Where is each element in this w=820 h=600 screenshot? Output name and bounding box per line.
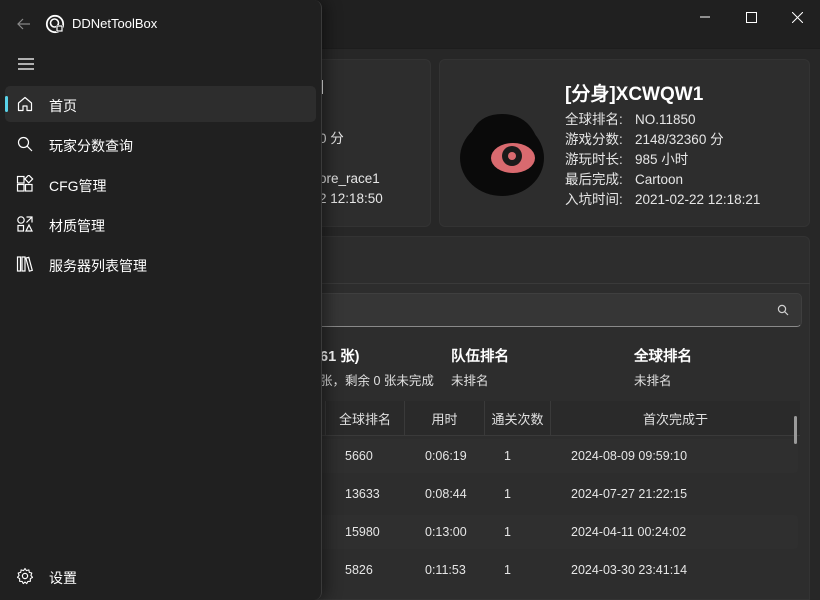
col-header-first-finish[interactable]: 首次完成于	[551, 401, 800, 435]
nav-item-home[interactable]: 首页	[5, 86, 316, 122]
tee-avatar-icon	[460, 114, 544, 196]
team-rank-title: 队伍排名	[451, 349, 509, 365]
rank-value: NO.11850	[635, 112, 696, 127]
join-value: 2021-02-22 12:18:21	[635, 192, 761, 207]
player-join-time: 2 12:18:50	[319, 191, 383, 206]
app-title: DDNetToolBox	[72, 16, 158, 31]
nav-item-label: 首页	[49, 98, 77, 114]
dummy-score-row: 游戏分数: 2148/32360 分	[565, 130, 724, 150]
col-header-global-rank[interactable]: 全球排名	[325, 401, 405, 435]
menu-toggle-button[interactable]	[12, 52, 40, 76]
search-icon	[777, 304, 789, 316]
playtime-key: 游玩时长:	[565, 152, 623, 167]
nav-item-label: 玩家分数查询	[49, 138, 133, 154]
maximize-icon	[745, 11, 757, 23]
playtime-value: 985 小时	[635, 152, 689, 167]
maps-count-sub: 张，剩余 0 张未完成	[320, 374, 434, 388]
cell-time: 0:11:53	[425, 563, 466, 577]
dummy-playtime-row: 游玩时长: 985 小时	[565, 150, 688, 170]
minimize-icon	[700, 16, 710, 18]
player-last-finish: ore_race1	[319, 171, 380, 186]
cell-time: 0:06:19	[425, 449, 467, 463]
nav-item-label: 服务器列表管理	[49, 258, 147, 274]
close-button[interactable]	[774, 0, 820, 34]
dummy-rank-row: 全球排名: NO.11850	[565, 110, 696, 130]
last-key: 最后完成:	[565, 172, 623, 187]
home-icon	[17, 96, 33, 112]
dummy-card: [分身]XCWQW1 全球排名: NO.11850 游戏分数: 2148/32360…	[439, 59, 810, 227]
cell-finishes: 1	[504, 563, 511, 577]
player-score: 0 分	[319, 131, 344, 146]
back-button[interactable]	[10, 10, 38, 38]
search-icon	[17, 136, 33, 152]
cell-first-finish: 2024-03-30 23:41:14	[571, 563, 688, 577]
navigation-pane: DDNetToolBox 首页 玩家分数查询 CFG管理 材质管理 服务器列表管…	[0, 0, 322, 600]
nav-item-player-score[interactable]: 玩家分数查询	[5, 126, 316, 162]
back-arrow-icon	[17, 18, 30, 30]
join-key: 入坑时间:	[565, 192, 623, 207]
close-icon	[791, 11, 803, 23]
nav-item-settings[interactable]: 设置	[5, 558, 316, 594]
app-logo-icon	[45, 14, 65, 34]
maximize-button[interactable]	[728, 0, 774, 34]
library-icon	[16, 256, 33, 272]
score-value: 2148/32360 分	[635, 132, 724, 147]
cell-first-finish: 2024-08-09 09:59:10	[571, 449, 688, 463]
last-value: Cartoon	[635, 172, 684, 187]
cell-rank: 15980	[345, 525, 380, 539]
col-header-time[interactable]: 用时	[405, 401, 485, 435]
team-rank-value: 未排名	[451, 374, 489, 388]
settings-label: 设置	[49, 570, 77, 586]
gear-icon	[16, 567, 34, 585]
hamburger-menu-icon	[18, 58, 34, 70]
cell-rank: 5826	[345, 563, 373, 577]
score-key: 游戏分数:	[565, 132, 623, 147]
nav-item-label: 材质管理	[49, 218, 105, 234]
rank-key: 全球排名:	[565, 112, 623, 127]
global-rank-value: 未排名	[634, 374, 672, 388]
cell-first-finish: 2024-07-27 21:22:15	[571, 487, 688, 501]
table-row[interactable]	[300, 553, 798, 587]
nav-item-label: CFG管理	[49, 178, 107, 194]
cell-finishes: 1	[504, 449, 511, 463]
cell-finishes: 1	[504, 525, 511, 539]
col-header-finishes[interactable]: 通关次数	[485, 401, 551, 435]
divider	[250, 283, 810, 284]
dummy-name: [分身]XCWQW1	[565, 84, 704, 105]
table-scrollbar[interactable]	[794, 416, 797, 444]
nav-item-cfg[interactable]: CFG管理	[5, 166, 316, 202]
table-row[interactable]	[300, 439, 798, 473]
global-rank-title: 全球排名	[634, 349, 692, 365]
cell-time: 0:08:44	[425, 487, 467, 501]
maps-count-title: 61 张)	[320, 349, 360, 365]
nav-item-skins[interactable]: 材质管理	[5, 206, 316, 242]
search-input[interactable]	[300, 293, 802, 327]
table-header-divider	[300, 435, 800, 436]
dummy-last-row: 最后完成: Cartoon	[565, 170, 683, 190]
cell-first-finish: 2024-04-11 00:24:02	[571, 525, 687, 539]
cell-rank: 13633	[345, 487, 380, 501]
grid-icon	[16, 175, 34, 192]
active-indicator	[5, 96, 8, 112]
nav-item-server-list[interactable]: 服务器列表管理	[5, 246, 316, 282]
cell-finishes: 1	[504, 487, 511, 501]
dummy-join-row: 入坑时间: 2021-02-22 12:18:21	[565, 190, 760, 210]
minimize-button[interactable]	[682, 0, 728, 34]
cell-rank: 5660	[345, 449, 373, 463]
shapes-icon	[17, 216, 33, 232]
cell-time: 0:13:00	[425, 525, 467, 539]
